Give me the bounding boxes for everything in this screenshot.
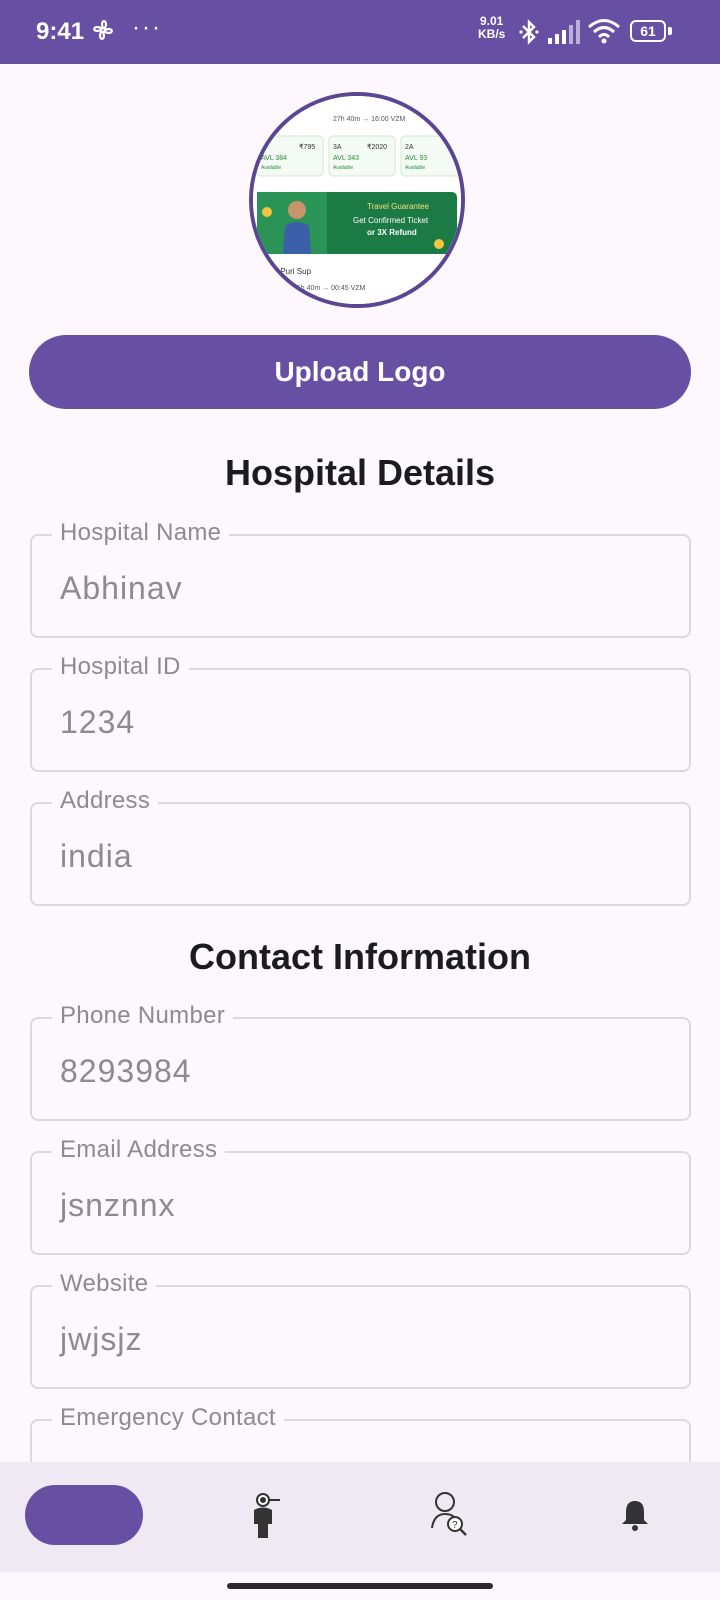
logo-class-1-price: ₹795 — [299, 143, 315, 151]
doctor-search-icon[interactable] — [250, 1492, 284, 1543]
emergency-contact-label: Emergency Contact — [52, 1404, 284, 1432]
hospital-logo-preview[interactable]: 27h 40m → 16:00 VZM ₹795 AVL 384 Availab… — [249, 92, 465, 308]
more-notifications-icon: ··· — [132, 14, 162, 41]
hospital-id-label: Hospital ID — [52, 653, 189, 681]
gesture-navigation-bar[interactable] — [227, 1583, 493, 1589]
website-label: Website — [52, 1270, 157, 1298]
contact-information-title: Contact Information — [189, 936, 531, 977]
logo-class-2-avl: AVL 343 — [333, 155, 359, 162]
battery-tip — [668, 27, 672, 35]
network-speed: 9.01 KB/s — [478, 15, 505, 41]
notification-bell-icon[interactable] — [620, 1498, 650, 1537]
hospital-name-field[interactable]: Hospital Name Abhinav — [30, 519, 691, 638]
logo-route-top: 27h 40m → 16:00 VZM — [333, 116, 406, 123]
logo-banner-line2: Get Confirmed Ticket — [353, 216, 429, 225]
hospital-name-label: Hospital Name — [52, 519, 230, 547]
upload-logo-button[interactable]: Upload Logo — [29, 335, 691, 409]
website-field[interactable]: Website jwjsjz — [30, 1270, 691, 1389]
address-field[interactable]: Address india — [30, 787, 691, 906]
email-address-value[interactable]: jsnznnx — [60, 1187, 176, 1224]
wifi-icon — [587, 18, 621, 49]
hospital-name-value[interactable]: Abhinav — [60, 570, 183, 607]
logo-route-bottom: 25h 40m → 00:45 VZM — [293, 285, 366, 292]
logo-class-2-price: ₹2020 — [367, 143, 387, 151]
website-value[interactable]: jwjsjz — [60, 1321, 142, 1358]
address-label: Address — [52, 787, 159, 815]
bluetooth-icon — [518, 18, 540, 51]
address-value[interactable]: india — [60, 838, 133, 875]
svg-text:?: ? — [452, 1520, 458, 1531]
logo-banner-line3: or 3X Refund — [367, 228, 417, 237]
logo-class-3-avl: AVL 93 — [405, 155, 427, 162]
fan-icon — [90, 17, 116, 48]
patient-search-icon[interactable]: ? — [430, 1490, 470, 1541]
logo-class-1-available: Available — [261, 165, 281, 171]
email-address-field[interactable]: Email Address jsnznnx — [30, 1136, 691, 1255]
signal-icon — [548, 20, 582, 49]
logo-class-3-available: Available — [405, 165, 425, 171]
logo-class-2-available: Available — [333, 165, 353, 171]
logo-banner-line1: Travel Guarantee — [367, 202, 430, 211]
status-time: 9:41 — [36, 18, 85, 45]
network-speed-unit: KB/s — [478, 27, 506, 41]
logo-class-3: 2A — [405, 144, 414, 151]
hospital-details-title: Hospital Details — [224, 452, 496, 493]
battery-icon: 61 — [630, 20, 666, 42]
nav-item-home[interactable] — [25, 1485, 143, 1545]
phone-number-value[interactable]: 8293984 — [60, 1053, 192, 1090]
logo-class-2: 3A — [333, 144, 342, 151]
phone-number-label: Phone Number — [52, 1002, 234, 1030]
hospital-id-value[interactable]: 1234 — [60, 704, 135, 741]
logo-class-1-avl: AVL 384 — [261, 155, 287, 162]
bottom-navigation: ? — [0, 1462, 720, 1572]
hospital-id-field[interactable]: Hospital ID 1234 — [30, 653, 691, 772]
logo-train-name: Gimb Puri Sup — [259, 267, 312, 276]
email-address-label: Email Address — [52, 1136, 226, 1164]
phone-number-field[interactable]: Phone Number 8293984 — [30, 1002, 691, 1121]
status-bar: 9:41 ··· 9.01 KB/s 61 — [0, 0, 720, 64]
